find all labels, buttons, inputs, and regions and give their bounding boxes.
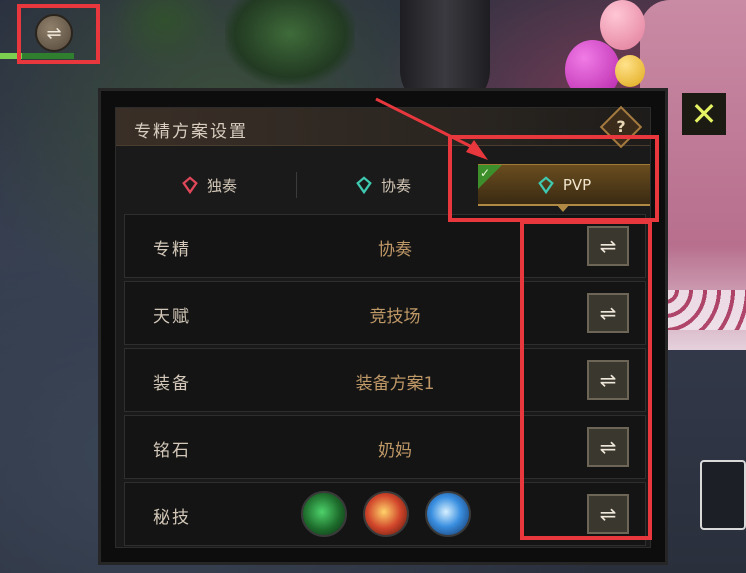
coop-gem-icon <box>356 176 372 194</box>
tab-solo[interactable]: 独奏 <box>124 164 294 206</box>
solo-gem-icon <box>182 176 198 194</box>
background-sign <box>700 460 746 530</box>
row-label: 铭石 <box>153 441 191 461</box>
nature-skill-icon[interactable] <box>301 491 347 537</box>
background-tree <box>225 0 355 85</box>
close-icon: ✕ <box>690 95 718 133</box>
panel-title: 专精方案设置 <box>134 122 248 142</box>
tab-solo-label: 独奏 <box>206 176 237 195</box>
row-value: 装备方案1 <box>355 374 435 394</box>
row-label: 专精 <box>153 240 191 260</box>
row-value: 竞技场 <box>369 307 421 327</box>
row-value: 协奏 <box>378 240 412 260</box>
background-bush <box>110 0 220 70</box>
close-button[interactable]: ✕ <box>682 93 726 135</box>
highlight-swap-buttons <box>520 220 652 540</box>
background-awning <box>655 290 746 330</box>
tab-divider <box>296 172 297 198</box>
tab-coop-label: 协奏 <box>380 176 411 195</box>
balloon-pink <box>600 0 645 50</box>
row-label: 秘技 <box>153 508 191 528</box>
row-label: 装备 <box>153 374 191 394</box>
highlight-top-switch <box>17 4 100 64</box>
row-label: 天赋 <box>153 307 191 327</box>
tab-coop[interactable]: 协奏 <box>298 164 468 206</box>
fire-skill-icon[interactable] <box>363 491 409 537</box>
frost-skill-icon[interactable] <box>425 491 471 537</box>
balloon-yellow <box>615 55 645 87</box>
row-value: 奶妈 <box>378 441 412 461</box>
highlight-pvp-tab <box>448 135 659 222</box>
skill-icons <box>301 491 471 537</box>
